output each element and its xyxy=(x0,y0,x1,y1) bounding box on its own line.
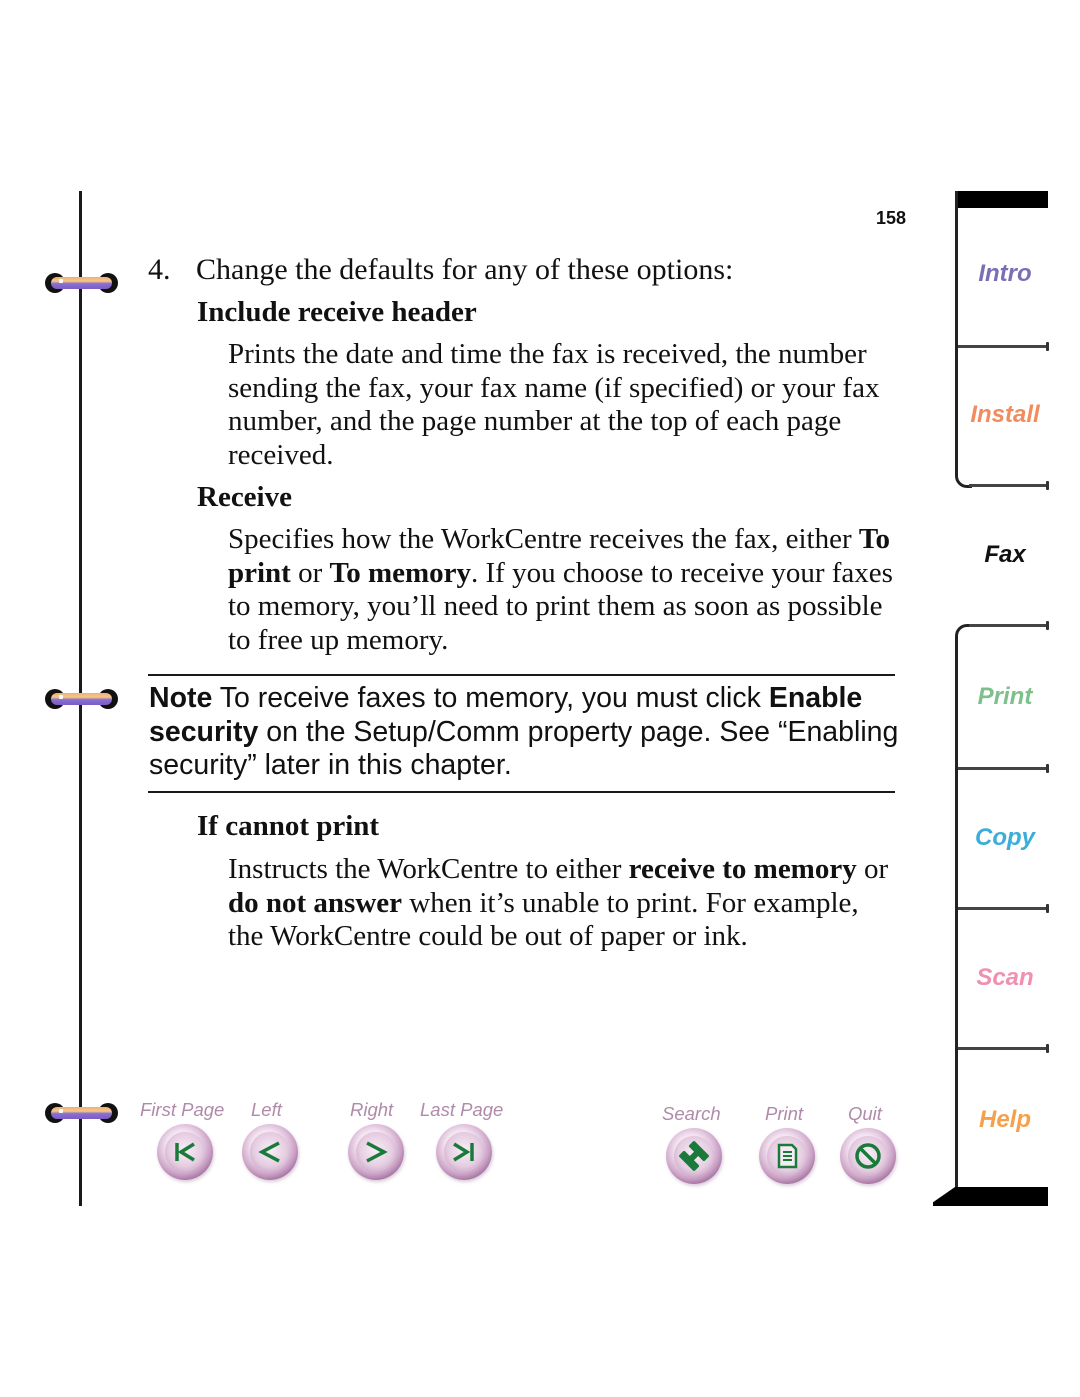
search-button[interactable] xyxy=(666,1128,722,1184)
binder-ring xyxy=(45,1103,118,1123)
nav-label-print: Print xyxy=(765,1103,804,1124)
tab-install[interactable]: Install xyxy=(955,401,1055,429)
nav-label-left: Left xyxy=(251,1099,282,1120)
binder-ring xyxy=(45,273,118,293)
nav-label-quit: Quit xyxy=(848,1103,882,1124)
tab-intro[interactable]: Intro xyxy=(955,260,1055,288)
option-description: Specifies how the WorkCentre receives th… xyxy=(228,523,898,658)
option-heading-receive: Receive xyxy=(197,481,292,513)
last-page-button[interactable] xyxy=(436,1124,492,1180)
option-heading-if-cannot-print: If cannot print xyxy=(197,810,380,842)
emphasis-text: receive to memory xyxy=(628,853,857,885)
tab-divider xyxy=(969,621,1049,630)
tab-frame-edge xyxy=(955,191,958,475)
body-text: Specifies how the WorkCentre receives th… xyxy=(228,523,859,555)
last-page-icon xyxy=(453,1142,474,1162)
step-instruction: 4. Change the defaults for any of these o… xyxy=(148,253,733,287)
nav-label-last-page: Last Page xyxy=(420,1099,504,1120)
note-label: Note xyxy=(149,682,213,714)
body-text: on the Setup/Comm property page. See “En… xyxy=(149,715,899,782)
binder-ring xyxy=(45,689,118,709)
tab-divider xyxy=(958,904,1049,913)
page-number: 158 xyxy=(876,208,907,228)
tab-fax[interactable]: Fax xyxy=(955,541,1055,569)
section-tabs: Intro Install Fax Print Copy Scan Help xyxy=(933,191,1049,1206)
quit-button[interactable] xyxy=(840,1128,896,1184)
tab-frame-top xyxy=(955,191,1048,208)
emphasis-text: To memory xyxy=(329,556,472,589)
tab-help[interactable]: Help xyxy=(955,1106,1055,1134)
body-text: To receive faxes to memory, you must cli… xyxy=(212,682,769,714)
print-button[interactable] xyxy=(759,1128,815,1184)
body-text: or xyxy=(290,556,330,589)
nav-label-first-page: First Page xyxy=(140,1099,225,1120)
emphasis-text: do not answer xyxy=(228,886,403,919)
tab-divider xyxy=(958,342,1049,351)
left-button[interactable] xyxy=(242,1124,298,1180)
note-divider-top xyxy=(148,674,895,676)
arrow-right-icon xyxy=(366,1141,388,1163)
document-icon xyxy=(777,1143,798,1169)
note-divider-bottom xyxy=(148,791,895,793)
tab-copy[interactable]: Copy xyxy=(955,824,1055,852)
binoculars-icon xyxy=(679,1141,709,1171)
first-page-icon xyxy=(175,1142,195,1162)
step-number: 4. xyxy=(148,253,171,286)
tab-divider xyxy=(969,481,1049,490)
tab-scan[interactable]: Scan xyxy=(955,964,1055,992)
first-page-button[interactable] xyxy=(157,1124,213,1180)
option-heading-include-receive-header: Include receive header xyxy=(197,296,477,328)
nav-label-search: Search xyxy=(662,1103,721,1124)
tab-frame-bottom xyxy=(933,1187,1048,1206)
tab-divider xyxy=(958,764,1049,773)
tab-print[interactable]: Print xyxy=(955,683,1055,711)
note-text: To receive faxes to memory, you must cli… xyxy=(149,682,898,781)
body-text: Prints the date and time the fax is rece… xyxy=(228,338,880,472)
nav-label-right: Right xyxy=(350,1099,394,1120)
option-description: Instructs the WorkCentre to either recei… xyxy=(228,853,898,954)
no-entry-icon xyxy=(855,1143,881,1169)
note-box: Note To receive faxes to memory, you mus… xyxy=(149,682,899,783)
right-button[interactable] xyxy=(348,1124,404,1180)
option-description: Prints the date and time the fax is rece… xyxy=(228,338,898,473)
step-text: Change the defaults for any of these opt… xyxy=(196,253,734,286)
arrow-left-icon xyxy=(258,1141,280,1163)
body-text: or xyxy=(856,853,889,885)
body-text: Instructs the WorkCentre to either xyxy=(228,853,629,885)
tab-divider xyxy=(958,1044,1049,1053)
